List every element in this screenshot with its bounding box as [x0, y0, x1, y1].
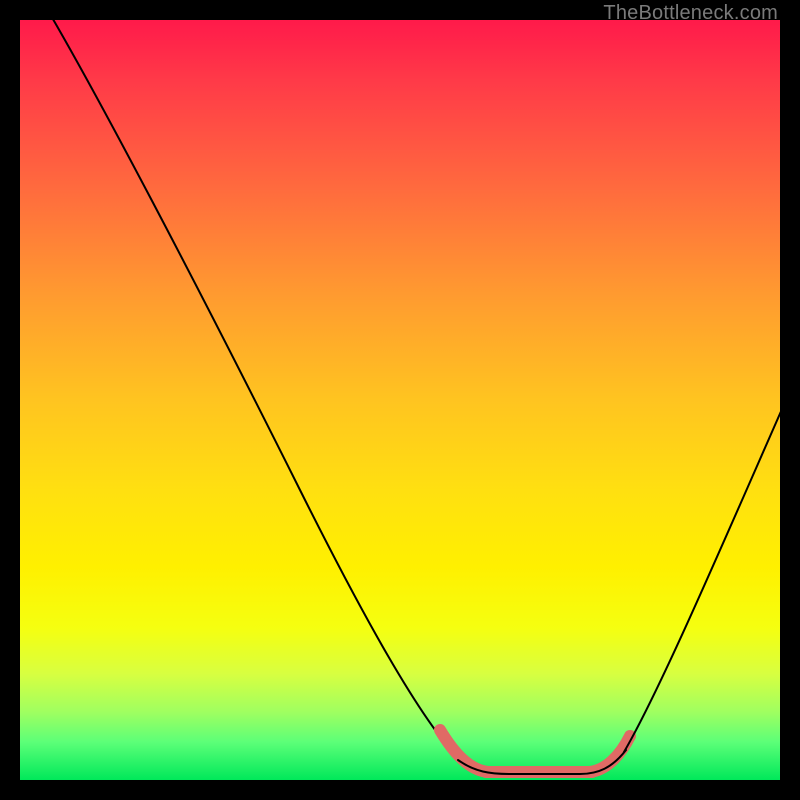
gradient-plot-area	[20, 20, 780, 780]
attribution-text: TheBottleneck.com	[603, 2, 778, 25]
curve-svg	[20, 20, 780, 780]
chart-frame: TheBottleneck.com	[0, 0, 800, 800]
curve-left-descent	[50, 14, 460, 760]
curve-valley-highlight-left	[440, 730, 488, 772]
curve-right-ascent	[624, 400, 786, 752]
